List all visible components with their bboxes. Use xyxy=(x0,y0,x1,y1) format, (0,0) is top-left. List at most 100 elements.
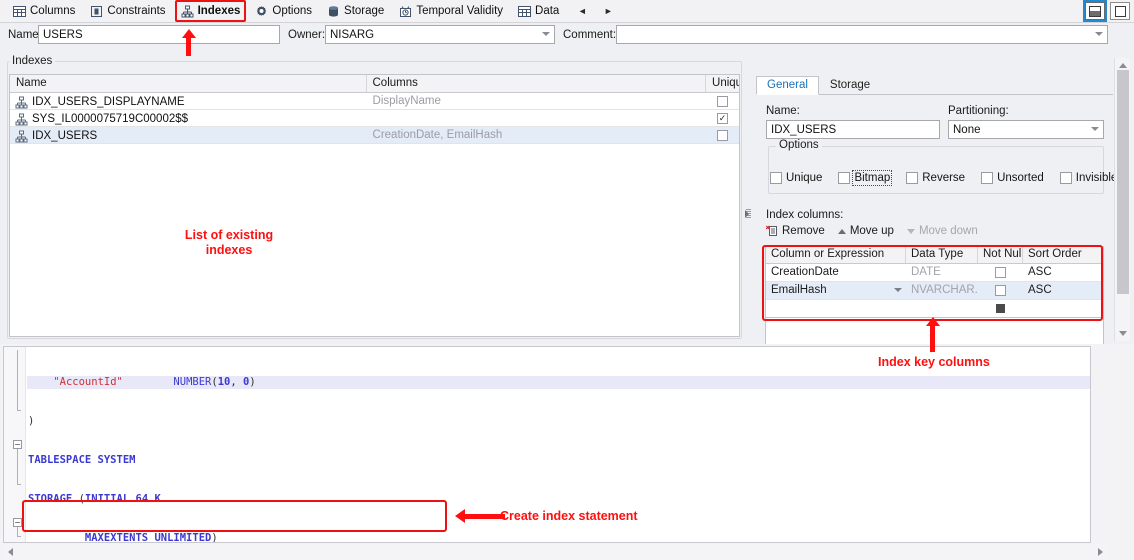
scrollbar-thumb[interactable] xyxy=(1117,70,1129,294)
arrow-up-icon xyxy=(837,228,846,234)
table-row[interactable]: EmailHash NVARCHAR... ASC xyxy=(766,282,1103,300)
sql-horizontal-scrollbar[interactable] xyxy=(3,544,1108,559)
col-header-unique[interactable]: Unique xyxy=(706,75,739,92)
index-name-input[interactable]: IDX_USERS xyxy=(766,120,940,139)
col-header-data-type[interactable]: Data Type xyxy=(906,247,978,263)
owner-select[interactable]: NISARG xyxy=(325,25,555,44)
table-row[interactable]: SYS_IL0000075719C00002$$ ✓ xyxy=(10,110,739,127)
partitioning-select[interactable]: None xyxy=(948,120,1104,139)
not-null-cell[interactable] xyxy=(978,282,1023,300)
name-label: Name: xyxy=(8,29,42,41)
code-line: "AccountId" NUMBER(10, 0) xyxy=(53,376,256,388)
invisible-checkbox[interactable] xyxy=(1059,172,1072,184)
col-header-name[interactable]: Name xyxy=(10,75,367,92)
owner-value: NISARG xyxy=(330,29,375,41)
arrow-down-icon xyxy=(1119,331,1127,336)
indexes-grid-header: Name Columns Unique xyxy=(10,75,739,93)
table-row[interactable]: IDX_USERS CreationDate, EmailHash xyxy=(10,127,739,144)
remove-button[interactable]: Remove xyxy=(766,225,825,237)
annotation-arrow-shaft xyxy=(930,325,935,352)
comment-input[interactable] xyxy=(616,25,1108,44)
tab-scroll-next-icon[interactable]: ► xyxy=(599,2,617,20)
move-up-button[interactable]: Move up xyxy=(837,225,894,237)
scroll-left-button[interactable] xyxy=(3,544,18,559)
panel-splitter[interactable] xyxy=(745,61,753,339)
tab-indexes[interactable]: Indexes xyxy=(174,0,248,22)
tab-temporal-validity[interactable]: Temporal Validity xyxy=(392,1,510,21)
not-null-checkbox[interactable] xyxy=(995,267,1006,278)
tab-general[interactable]: General xyxy=(756,76,819,95)
code-line: MAXEXTENTS UNLIMITED) xyxy=(84,532,218,543)
fold-guide-line xyxy=(17,449,18,484)
annotation-create-index-statement: Create index statement xyxy=(500,509,638,523)
column-or-expression-cell[interactable]: CreationDate xyxy=(766,264,906,282)
tab-columns[interactable]: Columns xyxy=(6,1,82,21)
detail-panel-scrollbar[interactable] xyxy=(1114,58,1130,341)
bitmap-checkbox[interactable] xyxy=(838,172,851,184)
detail-tabs: General Storage xyxy=(756,76,1113,95)
view-mode-buttons xyxy=(1083,0,1130,22)
column-or-expression-cell[interactable] xyxy=(766,300,906,318)
name-input[interactable]: USERS xyxy=(38,25,280,44)
not-null-cell[interactable] xyxy=(978,300,1023,318)
tab-label: Options xyxy=(272,5,313,17)
option-unique[interactable]: Unique xyxy=(770,172,822,184)
annotation-indexes-list: List of existing indexes xyxy=(184,228,274,257)
column-or-expression-cell[interactable]: EmailHash xyxy=(766,282,906,300)
scroll-down-button[interactable] xyxy=(1115,326,1131,341)
tab-label: Indexes xyxy=(197,5,241,17)
unique-checkbox[interactable] xyxy=(717,129,729,141)
tab-label: Columns xyxy=(30,5,76,17)
arrow-left-icon xyxy=(8,547,13,556)
tab-storage[interactable]: Storage xyxy=(320,1,391,21)
sort-order-cell[interactable] xyxy=(1023,300,1103,318)
index-name: SYS_IL0000075719C00002$$ xyxy=(32,113,189,125)
fold-guide-end xyxy=(17,484,21,485)
single-view-button[interactable] xyxy=(1110,2,1130,20)
tab-constraints[interactable]: Constraints xyxy=(83,1,172,21)
table-row[interactable] xyxy=(766,300,1103,318)
col-header-sort-order[interactable]: Sort Order xyxy=(1023,247,1103,263)
tab-storage[interactable]: Storage xyxy=(819,76,881,95)
annotation-index-key-columns: Index key columns xyxy=(878,355,990,369)
toolbar-label: Move down xyxy=(918,225,978,237)
unique-checkbox[interactable]: ✓ xyxy=(717,112,729,124)
tab-scroll-prev-icon[interactable]: ◄ xyxy=(573,2,591,20)
unique-checkbox[interactable] xyxy=(717,95,729,107)
tab-label: Constraints xyxy=(107,5,166,17)
split-view-button[interactable] xyxy=(1083,0,1107,22)
col-header-not-null[interactable]: Not Null xyxy=(978,247,1023,263)
option-reverse[interactable]: Reverse xyxy=(906,172,965,184)
col-header-column-or-expression[interactable]: Column or Expression xyxy=(766,247,906,263)
chevron-down-icon[interactable] xyxy=(894,287,902,292)
reverse-checkbox[interactable] xyxy=(906,172,919,184)
not-null-cell[interactable] xyxy=(978,264,1023,282)
option-label: Bitmap xyxy=(852,170,893,186)
table-row[interactable]: CreationDate DATE ASC xyxy=(766,264,1103,282)
splitter-expand-icon[interactable] xyxy=(745,210,749,218)
scroll-right-button[interactable] xyxy=(1093,544,1108,559)
tab-options[interactable]: Options xyxy=(248,1,319,21)
index-tree-icon xyxy=(15,130,28,142)
option-bitmap[interactable]: Bitmap xyxy=(838,170,893,186)
indeterminate-checkbox-icon[interactable] xyxy=(996,304,1005,313)
index-columns-label: Index columns: xyxy=(766,209,844,221)
sort-order-cell[interactable]: ASC xyxy=(1023,282,1103,300)
unique-checkbox[interactable] xyxy=(770,172,782,184)
tab-label: Data xyxy=(535,5,560,17)
sort-order-cell[interactable]: ASC xyxy=(1023,264,1103,282)
not-null-checkbox[interactable] xyxy=(995,285,1006,296)
col-header-columns[interactable]: Columns xyxy=(367,75,707,92)
cylinder-icon xyxy=(329,5,339,17)
tab-label: Temporal Validity xyxy=(416,5,504,17)
data-type-cell: DATE xyxy=(911,265,941,278)
option-invisible[interactable]: Invisible xyxy=(1059,172,1117,184)
unsorted-checkbox[interactable] xyxy=(981,172,994,184)
indexes-grid[interactable]: Name Columns Unique IDX_USERS_DISPLAYNAM… xyxy=(9,74,740,337)
index-columns-grid[interactable]: Column or Expression Data Type Not Null … xyxy=(765,246,1104,318)
code-fold-toggle[interactable]: − xyxy=(13,518,22,527)
tab-data[interactable]: Data xyxy=(511,1,566,21)
table-row[interactable]: IDX_USERS_DISPLAYNAME DisplayName xyxy=(10,93,739,110)
code-fold-toggle[interactable]: − xyxy=(13,440,22,449)
option-unsorted[interactable]: Unsorted xyxy=(981,172,1044,184)
